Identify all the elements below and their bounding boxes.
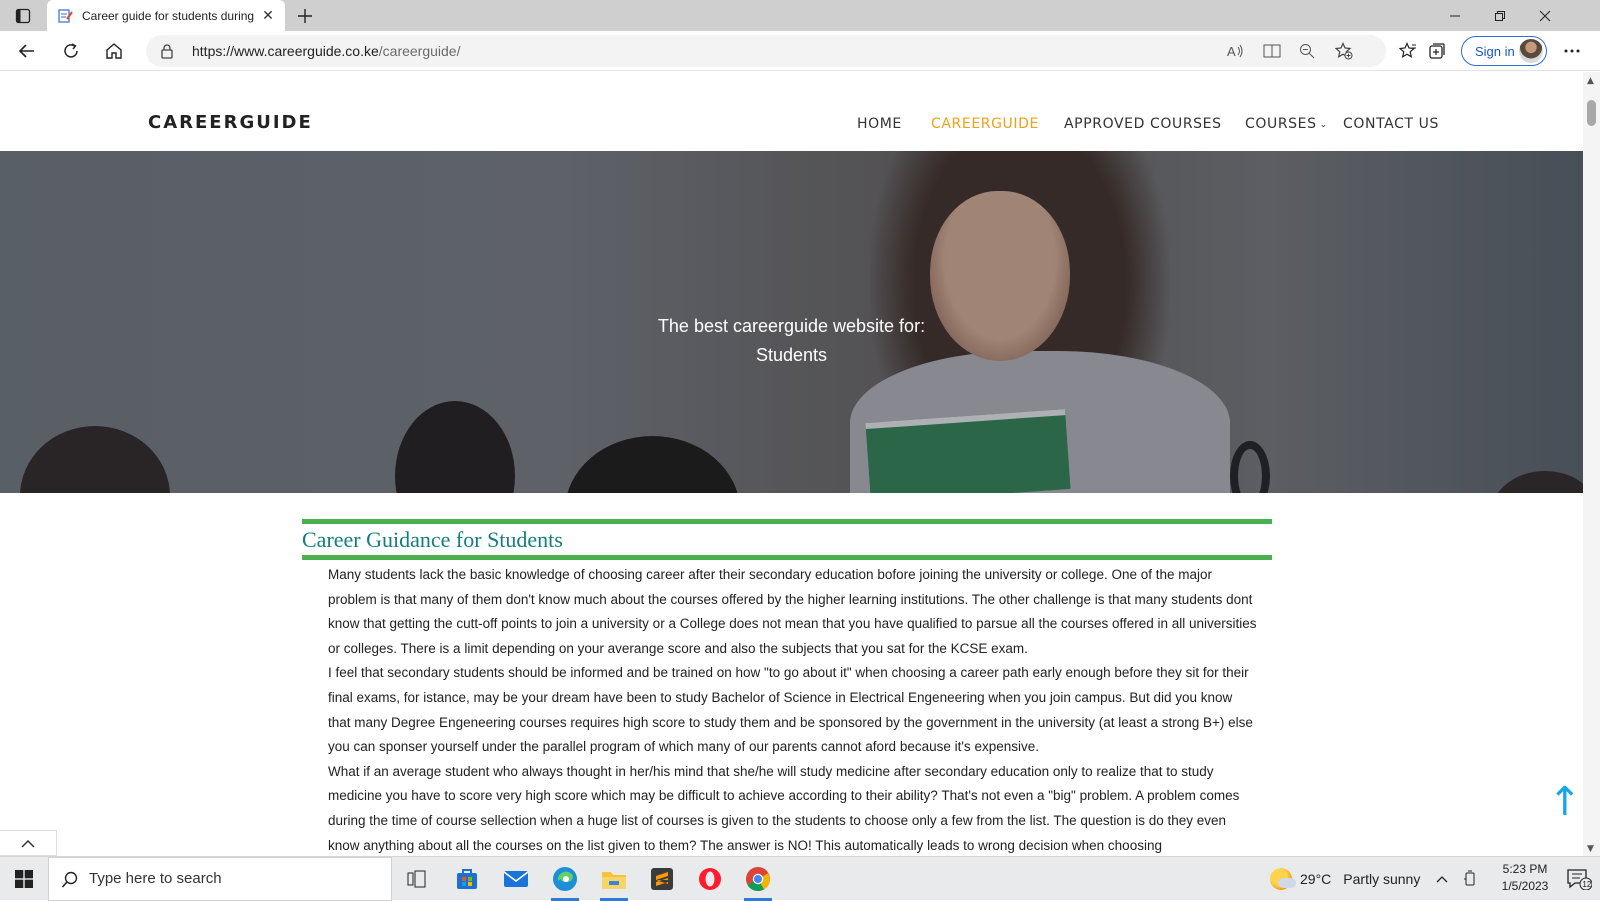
clock-time: 5:23 PM xyxy=(1502,862,1548,876)
windows-taskbar: Type here to search 29°C Partly sunny 5:… xyxy=(0,856,1600,901)
site-header: CAREERGUIDE HOME CAREERGUIDE APPROVED CO… xyxy=(0,72,1583,151)
article-body: Many students lack the basic knowledge o… xyxy=(302,560,1272,856)
restore-icon[interactable] xyxy=(1477,0,1523,31)
read-aloud-icon[interactable]: A xyxy=(1226,41,1246,61)
avatar xyxy=(1519,39,1543,63)
collections-icon[interactable] xyxy=(1421,35,1453,67)
scroll-to-top-icon[interactable]: ↑ xyxy=(1548,782,1582,822)
browser-toolbar: https://www.careerguide.co.ke/careerguid… xyxy=(0,31,1600,71)
url-text[interactable]: https://www.careerguide.co.ke/careerguid… xyxy=(192,43,460,59)
tab-title: Career guide for students during xyxy=(82,8,255,23)
notification-center-icon[interactable]: 12 xyxy=(1558,857,1600,901)
page-scrollbar[interactable]: ▲ ▼ xyxy=(1583,72,1600,856)
page-viewport: CAREERGUIDE HOME CAREERGUIDE APPROVED CO… xyxy=(0,72,1583,856)
taskbar-search[interactable]: Type here to search xyxy=(48,857,392,901)
partly-sunny-icon xyxy=(1270,868,1296,890)
chevron-down-icon: ⌄ xyxy=(1319,120,1328,130)
show-hidden-icons-icon[interactable] xyxy=(1430,857,1454,901)
new-tab-icon[interactable] xyxy=(294,5,316,27)
add-favorite-icon[interactable] xyxy=(1334,41,1354,61)
clock-date: 1/5/2023 xyxy=(1501,879,1549,893)
close-window-icon[interactable] xyxy=(1522,0,1568,31)
notification-count: 12 xyxy=(1582,880,1591,889)
collapse-panel-button[interactable] xyxy=(0,830,57,856)
windows-start-icon[interactable] xyxy=(0,857,48,901)
microsoft-store-icon[interactable] xyxy=(443,857,491,901)
device-status-icon[interactable] xyxy=(1456,857,1484,901)
nav-item-courses-label: COURSES xyxy=(1245,116,1317,132)
scroll-down-icon[interactable]: ▼ xyxy=(1587,844,1594,854)
hero-banner: The best careerguide website for: Studen… xyxy=(0,151,1583,493)
opera-icon[interactable] xyxy=(686,857,734,901)
system-clock[interactable]: 5:23 PM 1/5/2023 xyxy=(1490,861,1560,895)
minimize-icon[interactable] xyxy=(1432,0,1478,31)
svg-text:A: A xyxy=(1227,44,1236,59)
sign-in-label: Sign in xyxy=(1475,43,1515,59)
favorites-icon[interactable] xyxy=(1392,35,1424,67)
nav-item-courses[interactable]: COURSES ⌄ xyxy=(1245,116,1328,132)
lock-icon[interactable] xyxy=(160,43,174,59)
address-bar[interactable]: https://www.careerguide.co.ke/careerguid… xyxy=(146,35,1386,67)
sign-in-button[interactable]: Sign in xyxy=(1461,36,1547,66)
file-explorer-icon[interactable] xyxy=(590,857,638,901)
tab-close-icon[interactable]: ✕ xyxy=(259,7,277,25)
nav-item-contact-us[interactable]: CONTACT US xyxy=(1343,116,1439,132)
nav-item-approved-courses[interactable]: APPROVED COURSES xyxy=(1064,116,1222,132)
hero-audience: Students xyxy=(755,345,828,365)
browser-tab-bar: Career guide for students during ✕ xyxy=(0,0,1600,31)
scroll-up-icon[interactable]: ▲ xyxy=(1587,76,1594,86)
immersive-reader-icon[interactable] xyxy=(1262,41,1282,61)
mail-icon[interactable] xyxy=(492,857,540,901)
weather-temperature: 29°C xyxy=(1300,871,1332,887)
chevron-up-icon xyxy=(21,839,35,848)
site-logo[interactable]: CAREERGUIDE xyxy=(148,112,313,133)
sublime-text-icon[interactable] xyxy=(638,857,686,901)
hero-tagline: The best careerguide website for: xyxy=(657,316,926,336)
chrome-icon[interactable] xyxy=(734,857,782,901)
zoom-out-icon[interactable] xyxy=(1297,41,1317,61)
browser-tab[interactable]: Career guide for students during ✕ xyxy=(47,0,285,31)
task-view-icon[interactable] xyxy=(393,857,441,901)
url-path: /careerguide/ xyxy=(378,43,461,59)
tab-actions-icon[interactable] xyxy=(10,5,36,27)
refresh-icon[interactable] xyxy=(55,35,87,67)
article-paragraph: What if an average student who always th… xyxy=(328,763,1240,853)
search-icon xyxy=(61,871,78,888)
nav-item-careerguide[interactable]: CAREERGUIDE xyxy=(931,116,1039,132)
weather-widget[interactable]: 29°C Partly sunny xyxy=(1270,857,1420,901)
back-icon[interactable] xyxy=(11,35,43,67)
article-paragraph: I feel that secondary students should be… xyxy=(328,665,1253,755)
home-icon[interactable] xyxy=(98,35,130,67)
nav-item-home[interactable]: HOME xyxy=(857,116,902,132)
weather-description: Partly sunny xyxy=(1343,871,1421,887)
url-host: https://www.careerguide.co.ke xyxy=(192,43,379,59)
article-title: Career Guidance for Students xyxy=(302,527,563,552)
edge-browser-icon[interactable] xyxy=(541,857,589,901)
taskbar-search-placeholder: Type here to search xyxy=(89,870,222,887)
scrollbar-thumb[interactable] xyxy=(1587,100,1596,126)
article: Career Guidance for Students Many studen… xyxy=(302,519,1272,856)
more-menu-icon[interactable] xyxy=(1556,35,1588,67)
article-paragraph: Many students lack the basic knowledge o… xyxy=(328,567,1257,656)
site-favicon-icon xyxy=(58,8,73,23)
